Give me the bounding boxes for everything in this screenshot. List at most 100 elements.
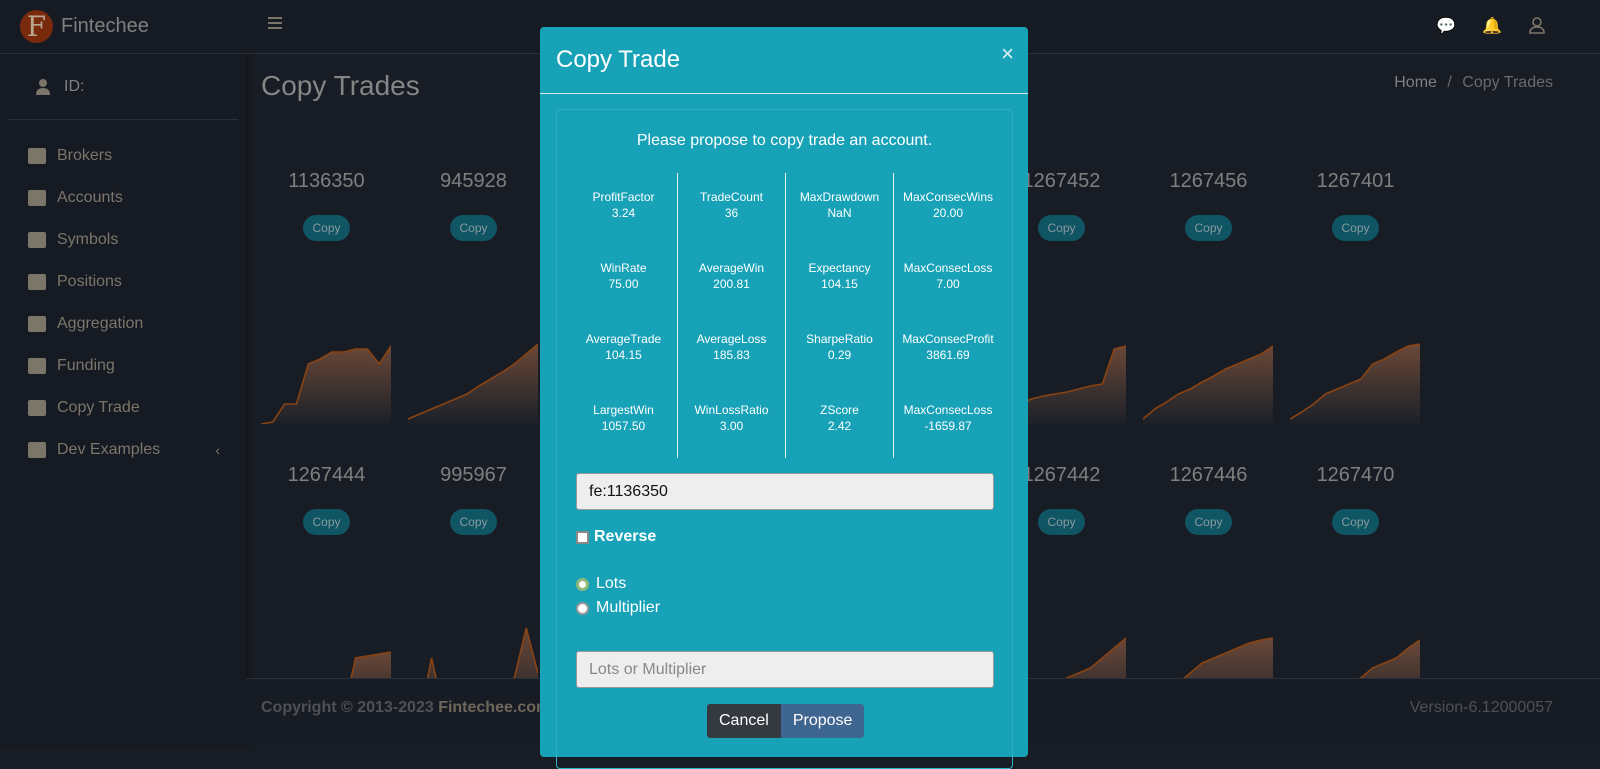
boxes-icon	[28, 316, 46, 332]
stat-value: 36	[724, 206, 739, 220]
copy-button[interactable]: Copy	[1185, 509, 1232, 535]
sidebar-item-label: Positions	[57, 273, 122, 290]
stat-item: MaxConsecWins 20.00	[894, 173, 1002, 244]
stat-label: MaxConsecProfit	[902, 332, 994, 346]
copy-icon	[28, 400, 46, 416]
company-link[interactable]: Fintechee.com	[438, 699, 550, 716]
copy-button[interactable]: Copy	[303, 509, 350, 535]
radio-lots-dot[interactable]	[576, 577, 589, 591]
stat-label: MaxConsecLoss	[903, 261, 993, 275]
sidebar-item-label: Dev Examples	[57, 441, 161, 458]
stats-column: MaxConsecWins 20.00 MaxConsecLoss 7.00 MaxCo…	[894, 173, 1002, 458]
account-id: 1136350	[288, 170, 365, 192]
folder-open-icon	[28, 442, 46, 458]
copyright-text: Copyright © 2013-2023	[261, 699, 439, 716]
propose-button[interactable]: Propose	[780, 704, 865, 738]
sidebar-item-brokers[interactable]: Brokers	[0, 135, 246, 177]
stat-item: LargestWin 1057.50	[570, 386, 677, 457]
cancel-button[interactable]: Cancel	[707, 704, 781, 738]
modal-title: Copy Trade	[556, 46, 681, 73]
stat-value: NaN	[827, 206, 852, 220]
copy-button[interactable]: Copy	[450, 215, 497, 241]
stat-label: MaxConsecWins	[902, 190, 994, 204]
lots-multiplier-input[interactable]: Lots or Multiplier	[576, 651, 994, 688]
stat-item: SharpeRatio 0.29	[786, 315, 893, 386]
stat-item: AverageLoss 185.83	[678, 315, 785, 386]
account-input[interactable]: fe:1136350	[576, 473, 994, 510]
copy-button[interactable]: Copy	[1038, 215, 1085, 241]
account-card: 1267456 Copy	[1135, 164, 1282, 424]
sidebar-item-label: Funding	[57, 357, 115, 374]
account-id: 1267446	[1169, 464, 1248, 486]
stat-label: WinLossRatio	[694, 403, 769, 417]
stat-label: Expectancy	[808, 261, 871, 275]
stat-label: SharpeRatio	[806, 332, 873, 346]
stat-label: ZScore	[820, 403, 859, 417]
menu-toggle-icon[interactable]	[268, 17, 282, 29]
checkbox-box[interactable]	[576, 530, 589, 544]
sidebar-item-funding[interactable]: Funding	[0, 345, 246, 387]
copy-button[interactable]: Copy	[1332, 215, 1379, 241]
radio-multiplier-dot[interactable]	[576, 601, 589, 615]
copy-button[interactable]: Copy	[303, 215, 350, 241]
account-id: 1267444	[287, 464, 366, 486]
account-id: 995967	[440, 464, 507, 486]
sidebar-item-aggregation[interactable]: Aggregation	[0, 303, 246, 345]
copy-button[interactable]: Copy	[450, 509, 497, 535]
chevron-left-icon: ‹	[215, 442, 220, 458]
bell-icon[interactable]: 🔔	[1482, 16, 1502, 35]
reverse-label: Reverse	[594, 528, 657, 545]
stat-item: WinLossRatio 3.00	[678, 386, 785, 457]
brand[interactable]: F Fintechee	[0, 0, 246, 54]
stat-value: 20.00	[932, 206, 964, 220]
stats-column: TradeCount 36 AverageWin 200.81 AverageLoss 1…	[678, 173, 786, 458]
radio-lots-label: Lots	[596, 575, 627, 592]
stat-item: AverageWin 200.81	[678, 244, 785, 315]
sidebar-item-symbols[interactable]: Symbols	[0, 219, 246, 261]
stat-value: -1659.87	[924, 419, 972, 433]
sidebar: F Fintechee ID: Brokers Accounts Symbols Po…	[0, 0, 246, 744]
sidebar-item-label: Copy Trade	[57, 399, 140, 416]
sidebar-item-label: Accounts	[57, 189, 123, 206]
equity-sparkline	[408, 343, 538, 424]
money-bill-icon	[28, 358, 46, 374]
version: Version-6.12000057	[1409, 699, 1553, 716]
breadcrumb-home[interactable]: Home	[1394, 74, 1437, 91]
stat-value: 104.15	[821, 277, 858, 291]
sidebar-item-accounts[interactable]: Accounts	[0, 177, 246, 219]
equity-sparkline	[261, 345, 391, 424]
account-id: 1267470	[1316, 464, 1395, 486]
user-panel[interactable]: ID:	[8, 54, 238, 120]
user-id-label: ID:	[64, 77, 85, 95]
modal-body: Please propose to copy trade an account.…	[556, 109, 1013, 769]
sidebar-item-positions[interactable]: Positions	[0, 261, 246, 303]
account-card: 945928 Copy	[400, 164, 547, 424]
user-profile-icon[interactable]	[1528, 16, 1546, 34]
equity-sparkline	[1143, 345, 1273, 424]
chat-icon[interactable]: 💬	[1436, 16, 1456, 35]
sidebar-item-dev-examples[interactable]: Dev Examples ‹	[0, 429, 246, 471]
stat-value: 1057.50	[601, 419, 646, 433]
copy-button[interactable]: Copy	[1185, 215, 1232, 241]
copy-button[interactable]: Copy	[1038, 509, 1085, 535]
sidebar-item-copy-trade[interactable]: Copy Trade	[0, 387, 246, 429]
stat-label: MaxConsecLoss	[903, 403, 993, 417]
radio-multiplier[interactable]: Multiplier	[576, 599, 660, 617]
brand-logo: F	[20, 10, 53, 43]
breadcrumb: Home / Copy Trades	[1394, 74, 1553, 92]
stat-label: ProfitFactor	[592, 190, 655, 204]
radio-lots[interactable]: Lots	[576, 575, 626, 593]
page-title: Copy Trades	[261, 70, 420, 101]
close-icon[interactable]: ×	[1001, 41, 1014, 67]
stat-item: MaxDrawdown NaN	[786, 173, 893, 244]
equity-sparkline	[1290, 343, 1420, 424]
stat-value: 3.00	[719, 419, 744, 433]
reverse-checkbox[interactable]: Reverse	[576, 528, 656, 546]
address-book-icon	[28, 190, 46, 206]
stat-item: WinRate 75.00	[570, 244, 677, 315]
stat-value: 104.15	[605, 348, 642, 362]
copy-button[interactable]: Copy	[1332, 509, 1379, 535]
sparkline-area	[261, 346, 391, 424]
stat-label: AverageTrade	[585, 332, 662, 346]
stat-label: AverageWin	[698, 261, 765, 275]
